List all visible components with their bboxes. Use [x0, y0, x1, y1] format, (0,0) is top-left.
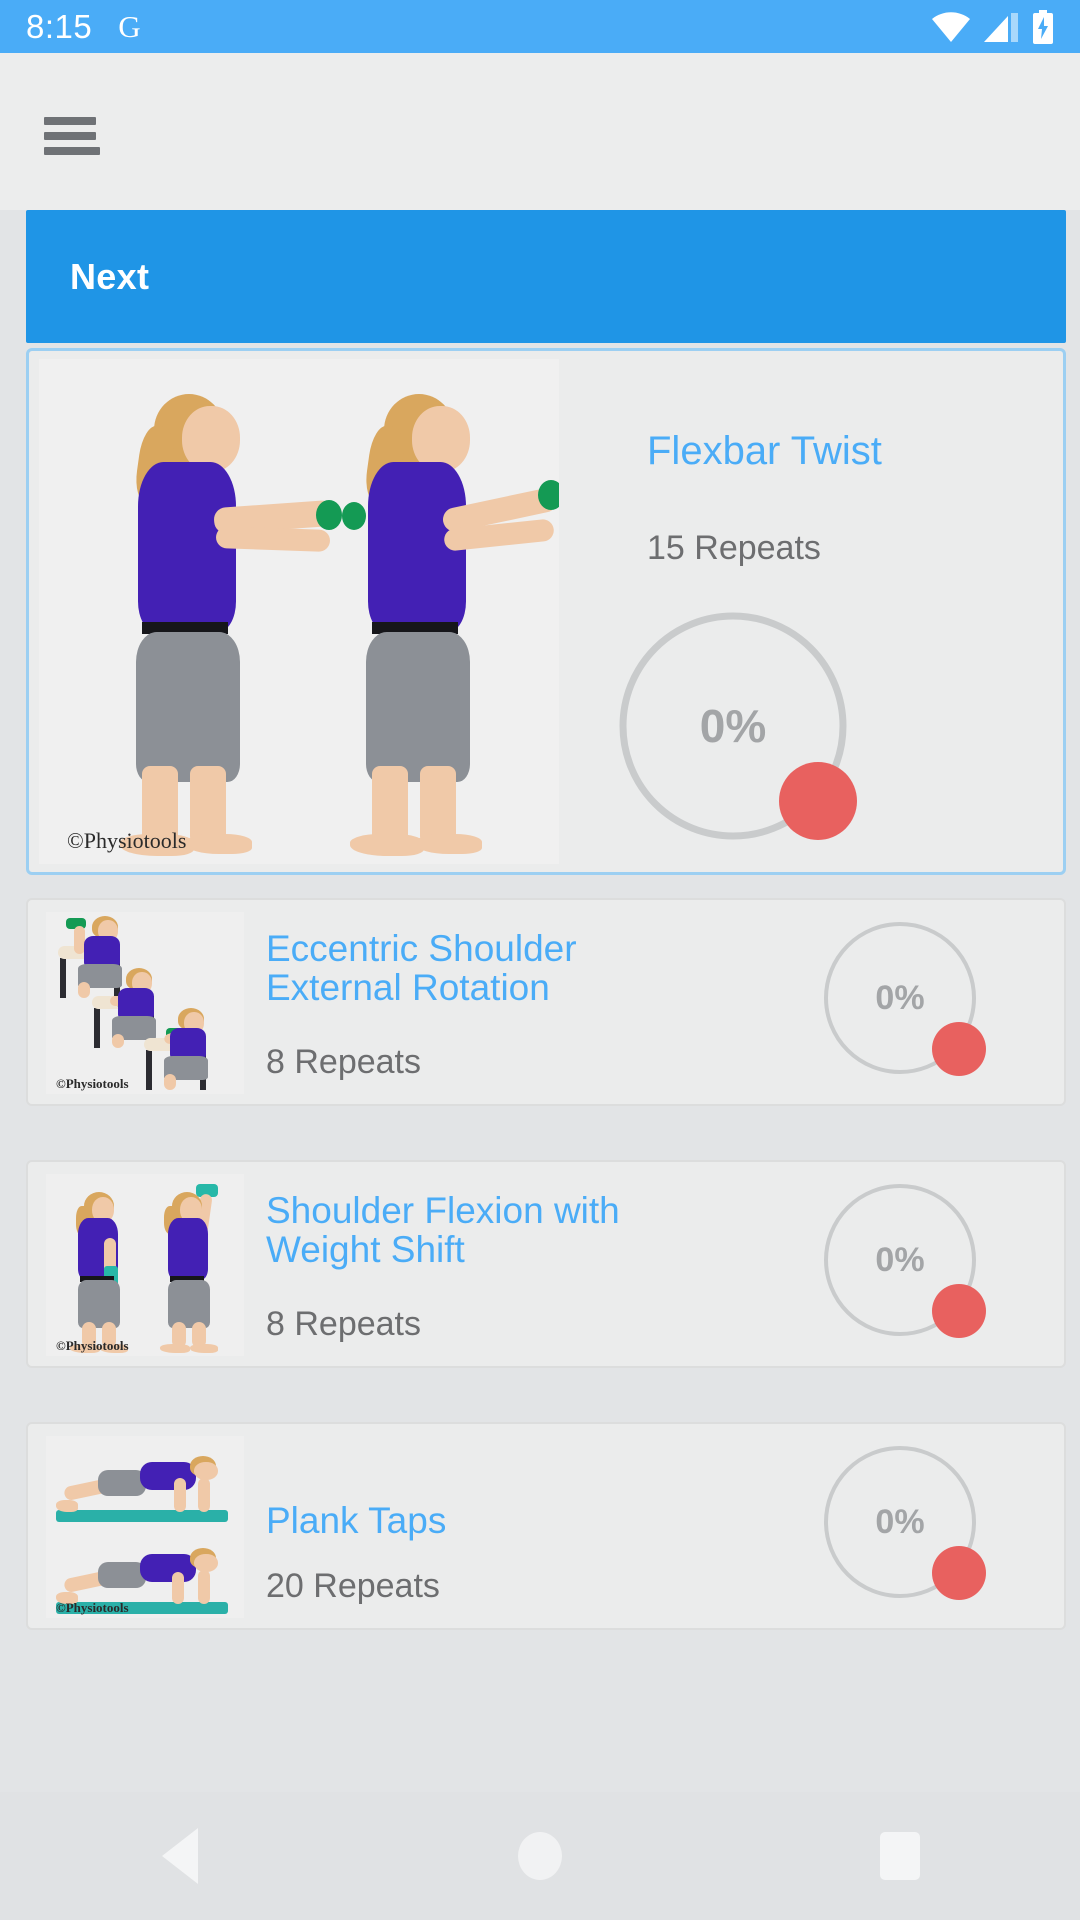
hamburger-bar — [44, 117, 96, 125]
featured-progress-ring[interactable]: 0% — [613, 606, 857, 846]
image-watermark: ©Physiotools — [56, 1600, 129, 1615]
back-triangle-icon — [162, 1828, 198, 1884]
exercise-figure — [324, 394, 559, 856]
android-navigation-bar — [0, 1792, 1080, 1920]
app-bar — [0, 53, 1080, 210]
exercise-figure — [150, 1184, 230, 1353]
hamburger-menu-icon[interactable] — [44, 117, 100, 155]
cellular-signal-icon — [984, 12, 1018, 42]
status-bar: 8:15 G — [0, 0, 1080, 53]
exercise-figure — [60, 1192, 140, 1353]
exercise-thumbnail: ©Physiotools — [46, 1174, 244, 1356]
image-watermark: ©Physiotools — [67, 828, 187, 853]
next-button[interactable]: Next — [26, 210, 1066, 343]
exercise-card[interactable]: ©Physiotools Shoulder Flexion with Weigh… — [26, 1160, 1066, 1368]
exercise-repeats: 20 Repeats — [266, 1567, 440, 1605]
exercise-progress-ring[interactable]: 0% — [820, 1442, 986, 1602]
next-button-label: Next — [70, 255, 150, 297]
google-badge-icon: G — [118, 8, 141, 44]
status-bar-icons — [932, 9, 1054, 44]
exercise-card[interactable]: ©Physiotools Plank Taps 20 Repeats 0% — [26, 1422, 1066, 1630]
exercise-repeats: 8 Repeats — [266, 1043, 421, 1081]
exercise-thumbnail: ©Physiotools — [46, 1436, 244, 1618]
exercise-title: Shoulder Flexion with Weight Shift — [266, 1190, 620, 1270]
exercise-progress-ring[interactable]: 0% — [820, 1180, 986, 1340]
exercise-thumbnail: ©Physiotools — [46, 912, 244, 1094]
progress-handle-dot[interactable] — [932, 1546, 986, 1600]
progress-handle-dot[interactable] — [779, 762, 857, 840]
exercise-figure — [138, 1008, 238, 1092]
featured-exercise-image: ©Physiotools — [39, 359, 559, 864]
featured-exercise-repeats: 15 Repeats — [647, 529, 821, 567]
hamburger-bar — [44, 147, 100, 155]
progress-handle-dot[interactable] — [932, 1284, 986, 1338]
hamburger-bar — [44, 132, 96, 140]
featured-exercise-details: Flexbar Twist 15 Repeats 0% — [589, 351, 1063, 872]
exercise-repeats: 8 Repeats — [266, 1305, 421, 1343]
battery-charging-icon — [1032, 9, 1054, 44]
exercise-title: Plank Taps — [266, 1500, 447, 1541]
home-circle-icon — [518, 1832, 562, 1880]
image-watermark: ©Physiotools — [56, 1338, 129, 1353]
exercise-figure — [54, 1452, 234, 1532]
home-nav-button[interactable] — [360, 1792, 720, 1920]
progress-handle-dot[interactable] — [932, 1022, 986, 1076]
featured-exercise-card[interactable]: ©Physiotools Flexbar Twist 15 Repeats 0% — [26, 348, 1066, 875]
status-bar-time: 8:15 — [26, 7, 93, 45]
wifi-icon — [932, 11, 970, 42]
back-nav-button[interactable] — [0, 1792, 360, 1920]
exercise-card[interactable]: ©Physiotools Eccentric Shoulder External… — [26, 898, 1066, 1106]
app-screen: 8:15 G Next ©Physiotools Flexbar Twist 1… — [0, 0, 1080, 1920]
recents-square-icon — [880, 1832, 920, 1880]
image-watermark: ©Physiotools — [56, 1076, 129, 1091]
featured-exercise-title: Flexbar Twist — [647, 429, 882, 473]
exercise-figure — [94, 394, 366, 856]
recents-nav-button[interactable] — [720, 1792, 1080, 1920]
exercise-title: Eccentric Shoulder External Rotation — [266, 928, 577, 1008]
exercise-progress-ring[interactable]: 0% — [820, 918, 986, 1078]
